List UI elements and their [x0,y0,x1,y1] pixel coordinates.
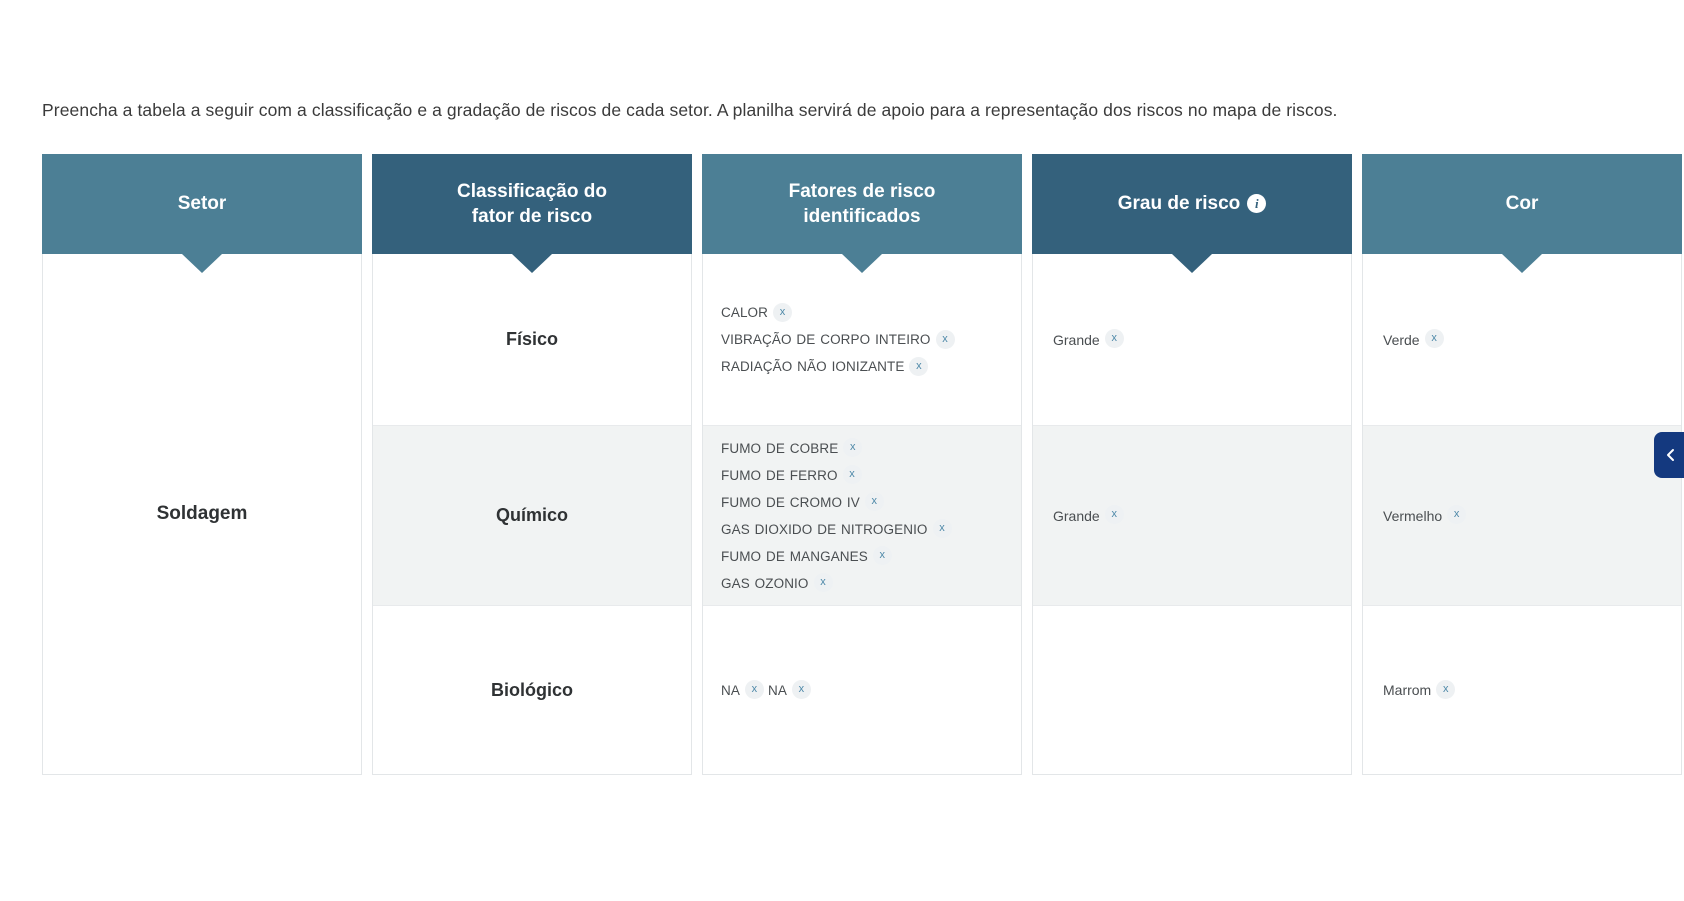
tag-label: GAS DIOXIDO DE NITROGENIO [721,521,928,537]
remove-tag-icon[interactable]: x [842,465,862,485]
column-caret-icon [182,254,222,273]
cell-fatores-fisico[interactable]: CALOR xVIBRAÇÃO DE CORPO INTEIRO xRADIAÇÃO… [703,254,1021,426]
column-caret-icon [1172,254,1212,273]
sector-value: Soldagem [156,503,248,524]
cell-cor-fisico[interactable]: Verde x [1363,254,1681,426]
cell-grau-biologico[interactable] [1033,606,1351,774]
color-value: Vermelho [1383,507,1443,524]
tag-label: FUMO DE CROMO IV [721,494,860,510]
cell-cor-biologico[interactable]: Marrom x [1363,606,1681,774]
color-value: Verde [1383,331,1420,348]
tag-item[interactable]: FUMO DE COBRE x [721,438,866,458]
cell-fatores-biologico[interactable]: NA x NA x [703,606,1021,774]
remove-tag-icon[interactable]: x [935,329,955,349]
color-value: Marrom [1383,682,1432,698]
column-header-grau[interactable]: Grau de risco i [1032,154,1352,273]
tag-item[interactable]: FUMO DE FERRO x [721,465,866,485]
column-caret-icon [1502,254,1542,273]
risk-table: Setor Classificação do fator de risco Fat… [42,154,1682,775]
column-header-setor-label: Setor [177,193,227,215]
cell-setor[interactable]: Soldagem [43,254,361,774]
tag-list: FUMO DE COBRE xFUMO DE FERRO xFUMO DE CROM… [721,435,1003,597]
remove-tag-icon[interactable]: x [1104,329,1124,348]
classification-value: Químico [495,505,568,525]
tag-list: CALOR xVIBRAÇÃO DE CORPO INTEIRO xRADIAÇÃO… [721,299,1003,380]
column-setor-cells: Soldagem [42,254,362,775]
remove-tag-icon[interactable]: x [773,302,793,322]
column-fatores-cells: CALOR xVIBRAÇÃO DE CORPO INTEIRO xRADIAÇÃO… [702,254,1022,775]
remove-tag-icon[interactable]: x [843,438,863,458]
grade-value: Grande [1053,507,1100,524]
tag-list: NA x NA x [721,677,815,704]
side-panel-toggle[interactable] [1654,432,1684,478]
column-caret-icon [842,254,882,273]
cell-grau-quimico[interactable]: Grande x [1033,426,1351,606]
tag-label: FUMO DE FERRO [721,467,838,483]
tag-item[interactable]: GAS OZONIO x [721,573,837,593]
remove-tag-icon[interactable]: x [1424,329,1444,348]
tag-item[interactable]: CALOR x [721,302,796,322]
tag-item[interactable]: FUMO DE MANGANES x [721,546,896,566]
tag-label: RADIAÇÃO NÃO IONIZANTE [721,359,905,374]
column-header-cor-label: Cor [1505,193,1539,215]
cell-classificacao-fisico[interactable]: Físico [373,254,691,426]
cell-classificacao-quimico[interactable]: Químico [373,426,691,606]
grade-value: Grande [1053,331,1100,348]
remove-tag-icon[interactable]: x [744,680,764,700]
column-header-classificacao-label: Classificação do fator de risco [457,180,607,227]
column-header-grau-label: Grau de risco [1117,193,1241,215]
classification-value: Físico [505,329,558,349]
tag-item[interactable]: NA x [721,680,768,700]
tag-item[interactable]: NA x [767,680,815,700]
column-header-fatores-label: Fatores de risco identificados [788,180,936,227]
tag-label: FUMO DE MANGANES [721,548,868,564]
tag-label: CALOR [721,305,769,320]
tag-label: FUMO DE COBRE [721,440,839,456]
page-root: Preencha a tabela a seguir com a classif… [0,0,1684,901]
tag-item[interactable]: FUMO DE CROMO IV x [721,492,888,512]
tag-item[interactable]: GAS DIOXIDO DE NITROGENIO x [721,519,956,539]
column-header-setor[interactable]: Setor [42,154,362,273]
cell-fatores-quimico[interactable]: FUMO DE COBRE xFUMO DE FERRO xFUMO DE CROM… [703,426,1021,606]
table-header-row: Setor Classificação do fator de risco Fat… [42,154,1682,273]
cell-cor-quimico[interactable]: Vermelho x [1363,426,1681,606]
chevron-left-icon [1667,449,1674,461]
remove-tag-icon[interactable]: x [791,680,811,700]
column-cor-cells: Verde x Vermelho x Marrom x [1362,254,1682,775]
instruction-text: Preencha a tabela a seguir com a classif… [42,100,1338,120]
column-classificacao-cells: Físico Químico Biológico [372,254,692,775]
column-caret-icon [512,254,552,273]
remove-tag-icon[interactable]: x [932,519,952,539]
remove-tag-icon[interactable]: x [1447,505,1467,524]
tag-item[interactable]: RADIAÇÃO NÃO IONIZANTE x [721,356,932,376]
cell-classificacao-biologico[interactable]: Biológico [373,606,691,774]
column-header-cor[interactable]: Cor [1362,154,1682,273]
tag-item[interactable]: VIBRAÇÃO DE CORPO INTEIRO x [721,329,959,349]
table-body: Soldagem Físico Químico Biológico CALOR … [42,254,1682,775]
remove-tag-icon[interactable]: x [813,573,833,593]
remove-tag-icon[interactable]: x [1436,679,1456,699]
tag-label: GAS OZONIO [721,575,809,591]
tag-label: NA [767,682,787,698]
cell-grau-fisico[interactable]: Grande x [1033,254,1351,426]
remove-tag-icon[interactable]: x [909,356,929,376]
column-grau-cells: Grande x Grande x [1032,254,1352,775]
info-icon[interactable]: i [1247,193,1267,213]
remove-tag-icon[interactable]: x [872,546,892,566]
classification-value: Biológico [491,679,573,700]
remove-tag-icon[interactable]: x [864,492,884,512]
remove-tag-icon[interactable]: x [1104,505,1124,524]
tag-label: NA [721,682,740,698]
tag-label: VIBRAÇÃO DE CORPO INTEIRO [721,332,931,347]
column-header-fatores[interactable]: Fatores de risco identificados [702,154,1022,273]
column-header-classificacao[interactable]: Classificação do fator de risco [372,154,692,273]
